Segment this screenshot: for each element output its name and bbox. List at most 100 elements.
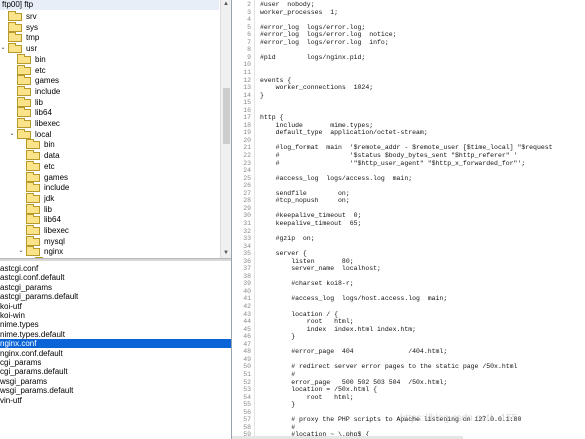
file-list-item[interactable]: wsgi_params.default — [0, 386, 231, 395]
folder-icon — [17, 64, 31, 75]
scroll-down-icon[interactable]: ▼ — [222, 249, 230, 258]
code-line[interactable]: #pid logs/nginx.pid; — [260, 54, 365, 62]
file-list-item[interactable]: nime.types.default — [0, 330, 231, 339]
tree-item-label: games — [35, 76, 60, 86]
tree-item[interactable]: jdk — [0, 192, 219, 204]
tree-item[interactable]: lib — [0, 96, 219, 108]
tree-item-label: sys — [26, 22, 38, 32]
code-line[interactable]: #error_log logs/error.log info; — [260, 39, 389, 47]
tree-path-row[interactable]: ftp00] ftp — [0, 0, 219, 10]
tree-item[interactable]: bin — [0, 139, 219, 150]
file-list-item[interactable]: nime.types — [0, 320, 231, 329]
tree-item[interactable]: etc — [0, 160, 219, 172]
tree-item[interactable]: mysql — [0, 235, 219, 247]
tree-item[interactable]: games — [0, 171, 219, 183]
code-line[interactable]: #tcp_nopush on; — [260, 197, 350, 205]
tree-item[interactable]: ⌄ nginx — [0, 246, 219, 257]
watermark: https://blog.csdn.net/...155 — [400, 413, 518, 424]
folder-icon — [8, 43, 22, 54]
tree-item-label: lib — [35, 97, 44, 107]
code-line[interactable]: # redirect server error pages to the sta… — [260, 363, 517, 371]
folder-icon — [26, 235, 40, 246]
code-line[interactable]: } — [260, 401, 295, 409]
folder-icon — [17, 85, 31, 96]
tree-item[interactable]: bin — [0, 53, 219, 65]
file-list-item[interactable]: cgi_params.default — [0, 367, 231, 376]
tree-item[interactable]: lib64 — [0, 107, 219, 118]
left-panel: ftp00] ftp srv sys tmp ⌄ usr bin etc games inclu… — [0, 0, 231, 439]
code-line[interactable]: } — [260, 92, 264, 100]
tree-item[interactable]: ⌄ local — [0, 128, 219, 140]
code-area[interactable]: #user nobody; worker_processes 1; #error_l… — [254, 0, 585, 439]
file-list-item[interactable]: cgi_params — [0, 358, 231, 367]
tree-item[interactable]: srv — [0, 11, 219, 22]
tree-item[interactable]: games — [0, 75, 219, 86]
code-editor[interactable]: 2 3 4 5 6 7 8 9 10 11 12 13 14 15 16 17 18 19 20 21 22 23 24 25… — [232, 0, 585, 439]
tree-item[interactable]: libexec — [0, 225, 219, 236]
tree-item-label: srv — [26, 12, 37, 21]
expand-chevron-icon[interactable]: ⌄ — [0, 45, 6, 51]
tree-item[interactable]: data — [0, 150, 219, 161]
tree-item[interactable]: etc — [0, 64, 219, 76]
vertical-scrollbar[interactable]: ▲ ▼ — [220, 0, 231, 258]
code-line[interactable]: #access_log logs/host.access.log main; — [260, 295, 447, 303]
code-line[interactable]: server_name localhost; — [260, 265, 381, 273]
code-line[interactable]: } — [260, 333, 295, 341]
folder-icon — [26, 171, 40, 182]
code-line[interactable]: default_type application/octet-stream; — [260, 129, 428, 137]
file-list-item[interactable]: nginx.conf — [0, 339, 231, 349]
tree-item[interactable]: libexec — [0, 118, 219, 129]
file-list-item[interactable]: astcgi.conf.default — [0, 273, 231, 282]
tree-item[interactable]: include — [0, 85, 219, 97]
folder-icon — [8, 21, 22, 32]
code-line[interactable]: #access_log logs/access.log main; — [260, 175, 413, 183]
file-list-item[interactable]: wsgi_params — [0, 377, 231, 386]
folder-icon — [17, 128, 31, 139]
tree-item[interactable]: sys — [0, 21, 219, 33]
folder-icon — [26, 182, 40, 193]
folder-icon — [26, 150, 40, 161]
tree-item-label: tmp — [26, 33, 40, 43]
tree-item-label: include — [35, 86, 61, 96]
tree-item-label: usr — [26, 44, 38, 54]
folder-icon — [26, 246, 40, 257]
file-list-item[interactable]: koi-utf — [0, 302, 231, 311]
expand-chevron-icon[interactable]: ⌄ — [9, 131, 15, 137]
file-list-item[interactable]: nginx.conf.default — [0, 349, 231, 358]
tree-item-label: data — [44, 151, 60, 161]
file-list-item[interactable]: koi-win — [0, 311, 231, 320]
tree-item-label: games — [44, 172, 69, 182]
folder-icon — [17, 118, 31, 128]
code-line[interactable]: #gzip on; — [260, 235, 315, 243]
tree-item-label: lib64 — [35, 108, 52, 118]
folder-icon — [17, 75, 31, 86]
scroll-up-icon[interactable]: ▲ — [222, 0, 230, 9]
tree-item-label: bin — [35, 54, 46, 64]
code-line[interactable]: worker_processes 1; — [260, 9, 338, 17]
tree-item[interactable]: lib — [0, 203, 219, 215]
code-line[interactable]: keepalive_timeout 65; — [260, 220, 362, 228]
code-line[interactable]: # '"$http_user_agent" "$http_x_forwarded… — [260, 160, 526, 168]
folder-tree[interactable]: ftp00] ftp srv sys tmp ⌄ usr bin etc games inclu… — [0, 0, 231, 258]
tree-item-label: libexec — [44, 226, 69, 235]
tree-item[interactable]: tmp — [0, 32, 219, 43]
code-line[interactable]: #charset koi8-r; — [260, 280, 353, 288]
tree-item[interactable]: lib64 — [0, 214, 219, 225]
folder-icon — [26, 139, 40, 150]
file-list-item[interactable]: astcgi.conf — [0, 264, 231, 273]
tree-item-label: local — [35, 129, 52, 139]
folder-icon — [17, 96, 31, 107]
scrollbar-thumb[interactable] — [223, 88, 230, 144]
tree-item-label: libexec — [35, 119, 60, 128]
tree-path-label: ftp00] ftp — [2, 0, 34, 9]
tree-item-label: jdk — [44, 193, 55, 203]
file-list-item[interactable]: astcgi_params.default — [0, 292, 231, 301]
file-list-item[interactable]: vin-utf — [0, 396, 231, 405]
file-list-item[interactable]: astcgi_params — [0, 283, 231, 292]
expand-chevron-icon[interactable]: ⌄ — [18, 248, 24, 254]
folder-icon — [8, 32, 22, 43]
code-line[interactable]: #error_page 404 /404.html; — [260, 348, 447, 356]
tree-item[interactable]: include — [0, 182, 219, 193]
code-line[interactable]: worker_connections 1024; — [260, 84, 374, 92]
tree-item[interactable]: ⌄ usr — [0, 43, 219, 54]
